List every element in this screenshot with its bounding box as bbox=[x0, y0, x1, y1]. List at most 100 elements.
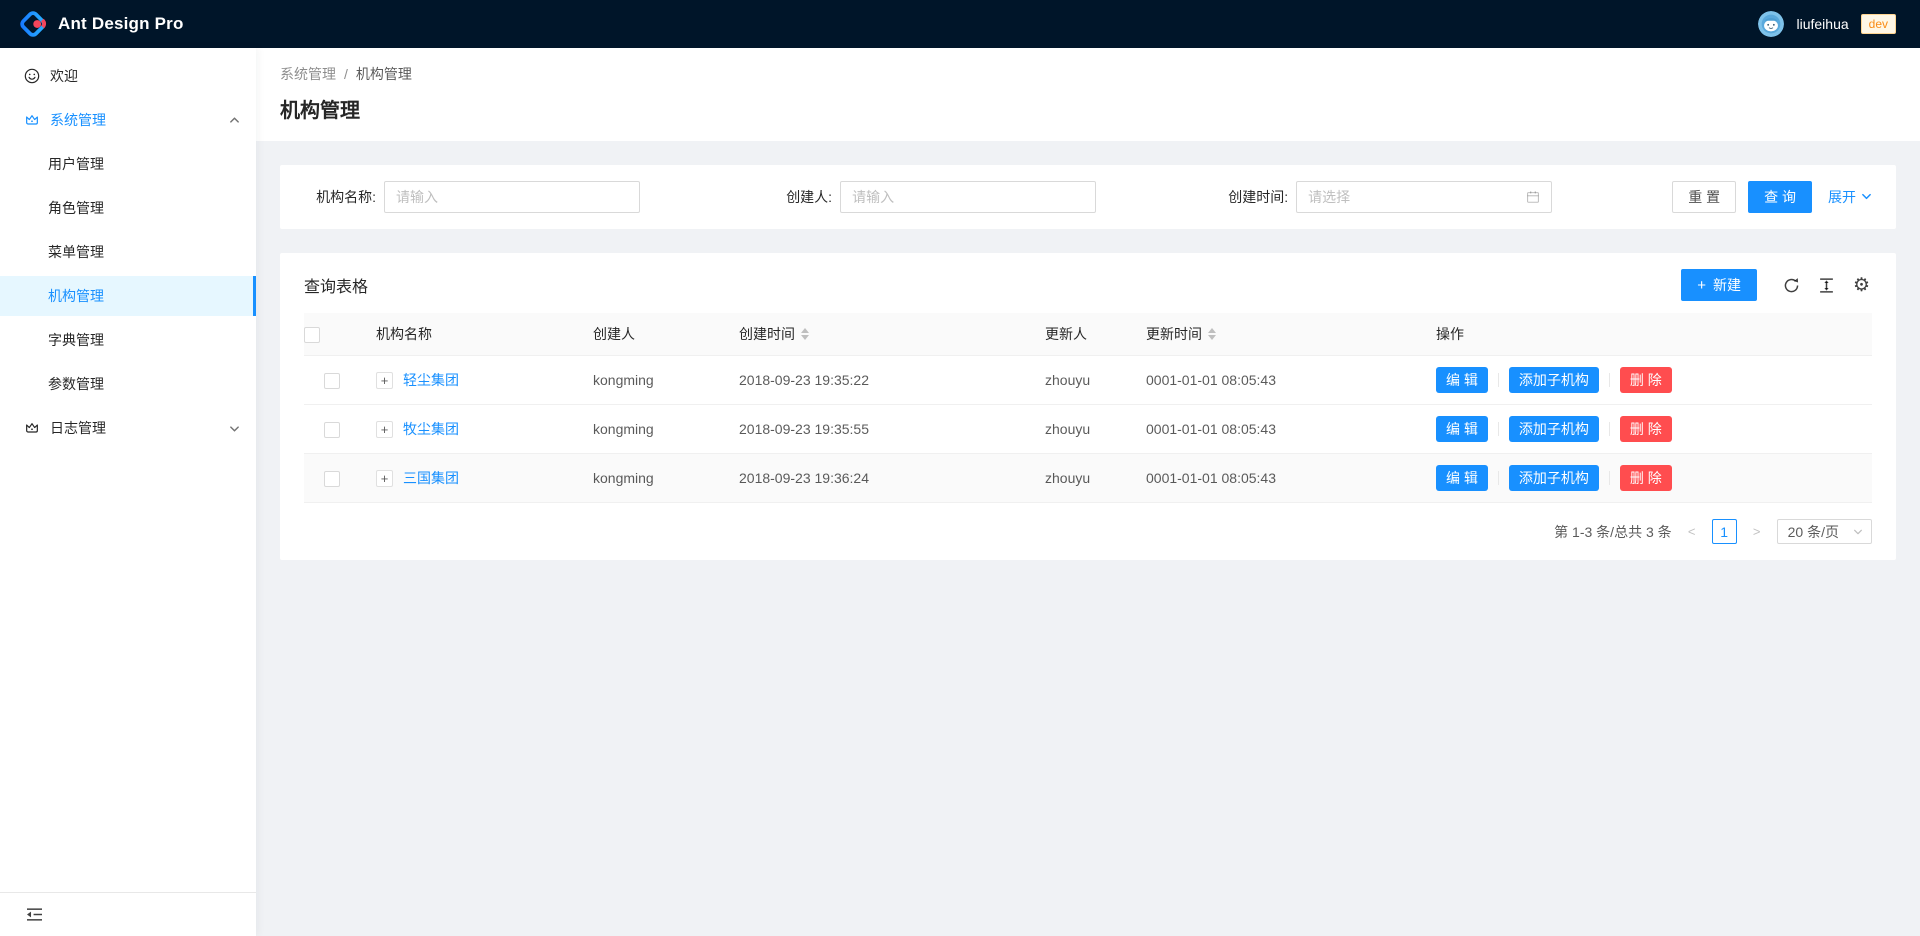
col-header-updater: 更新人 bbox=[1029, 313, 1130, 356]
sidebar-item-label: 欢迎 bbox=[50, 66, 78, 86]
created-time-input[interactable] bbox=[1308, 189, 1526, 205]
username[interactable]: liufeihua bbox=[1796, 16, 1848, 32]
expand-form-link[interactable]: 展开 bbox=[1828, 187, 1872, 207]
field-label: 创建人: bbox=[760, 187, 832, 207]
pagination-total: 第 1-3 条/总共 3 条 bbox=[1554, 522, 1671, 542]
add-child-org-button[interactable]: 添加子机构 bbox=[1509, 367, 1599, 393]
sidebar-footer bbox=[0, 892, 256, 936]
expand-row-icon[interactable]: + bbox=[376, 470, 393, 487]
cell-updated: 0001-01-01 08:05:43 bbox=[1130, 356, 1420, 405]
settings-icon[interactable]: ⚙ bbox=[1851, 275, 1872, 296]
sort-icon[interactable] bbox=[801, 328, 809, 340]
row-checkbox[interactable] bbox=[324, 373, 340, 389]
edit-button[interactable]: 编 辑 bbox=[1436, 367, 1488, 393]
org-name-link[interactable]: 轻尘集团 bbox=[403, 370, 459, 390]
org-name-input-wrapper bbox=[384, 181, 640, 213]
sidebar: 欢迎 系统管理 用户管理 角色管理 菜单管理 机构管理 bbox=[0, 48, 256, 936]
page-size-select[interactable]: 20 条/页 bbox=[1777, 519, 1872, 544]
breadcrumb-item[interactable]: 系统管理 bbox=[280, 64, 336, 84]
divider bbox=[1498, 373, 1499, 387]
sidebar-item-label: 用户管理 bbox=[48, 154, 104, 174]
add-child-org-button[interactable]: 添加子机构 bbox=[1509, 465, 1599, 491]
sidebar-item-org-mgmt[interactable]: 机构管理 bbox=[0, 276, 256, 316]
org-name-link[interactable]: 牧尘集团 bbox=[403, 419, 459, 439]
sidebar-item-log-mgmt[interactable]: 日志管理 bbox=[0, 408, 256, 448]
cell-updater: zhouyu bbox=[1029, 356, 1130, 405]
cell-updater: zhouyu bbox=[1029, 454, 1130, 503]
crown-icon bbox=[24, 112, 40, 128]
delete-button[interactable]: 删 除 bbox=[1620, 367, 1672, 393]
smile-icon bbox=[24, 68, 40, 84]
page-header: 系统管理 / 机构管理 机构管理 bbox=[256, 48, 1920, 141]
org-name-input[interactable] bbox=[396, 189, 628, 205]
pagination-next-icon[interactable]: > bbox=[1745, 520, 1769, 544]
pagination-page-1[interactable]: 1 bbox=[1712, 519, 1737, 544]
reload-icon[interactable] bbox=[1781, 275, 1802, 296]
query-table-card: 查询表格 + 新建 ⚙ bbox=[280, 253, 1896, 560]
chevron-down-icon bbox=[1861, 189, 1872, 205]
col-header-creator: 创建人 bbox=[577, 313, 723, 356]
sidebar-item-label: 菜单管理 bbox=[48, 242, 104, 262]
col-header-updated[interactable]: 更新时间 bbox=[1130, 313, 1420, 356]
expand-row-icon[interactable]: + bbox=[376, 372, 393, 389]
sidebar-item-label: 日志管理 bbox=[50, 418, 106, 438]
add-child-org-button[interactable]: 添加子机构 bbox=[1509, 416, 1599, 442]
sidebar-item-system-mgmt[interactable]: 系统管理 bbox=[0, 100, 256, 140]
search-form-card: 机构名称: 创建人: 创建时间: bbox=[280, 165, 1896, 229]
cell-created: 2018-09-23 19:36:24 bbox=[723, 454, 1029, 503]
org-name-link[interactable]: 三国集团 bbox=[403, 468, 459, 488]
row-checkbox[interactable] bbox=[324, 471, 340, 487]
table-title: 查询表格 bbox=[304, 273, 368, 297]
menu-fold-icon[interactable] bbox=[24, 905, 45, 924]
cell-updated: 0001-01-01 08:05:43 bbox=[1130, 405, 1420, 454]
col-header-name: 机构名称 bbox=[360, 313, 577, 356]
expand-row-icon[interactable]: + bbox=[376, 421, 393, 438]
sort-icon[interactable] bbox=[1208, 328, 1216, 340]
field-label: 创建时间: bbox=[1216, 187, 1288, 207]
brand[interactable]: Ant Design Pro bbox=[18, 9, 184, 39]
env-tag: dev bbox=[1861, 14, 1896, 34]
col-header-label: 创建时间 bbox=[739, 324, 795, 344]
edit-button[interactable]: 编 辑 bbox=[1436, 416, 1488, 442]
creator-input[interactable] bbox=[852, 189, 1084, 205]
col-header-actions: 操作 bbox=[1420, 313, 1872, 356]
col-header-created[interactable]: 创建时间 bbox=[723, 313, 1029, 356]
select-all-checkbox[interactable] bbox=[304, 327, 320, 343]
sidebar-item-user-mgmt[interactable]: 用户管理 bbox=[0, 144, 256, 184]
user-avatar[interactable] bbox=[1758, 11, 1784, 37]
sidebar-item-label: 机构管理 bbox=[48, 286, 104, 306]
new-button[interactable]: + 新建 bbox=[1681, 269, 1757, 301]
cell-creator: kongming bbox=[577, 356, 723, 405]
calendar-icon bbox=[1526, 190, 1540, 204]
sidebar-item-role-mgmt[interactable]: 角色管理 bbox=[0, 188, 256, 228]
logo-icon bbox=[18, 9, 48, 39]
search-button[interactable]: 查 询 bbox=[1748, 181, 1812, 213]
column-height-icon[interactable] bbox=[1816, 275, 1837, 296]
cell-created: 2018-09-23 19:35:55 bbox=[723, 405, 1029, 454]
sidebar-item-dict-mgmt[interactable]: 字典管理 bbox=[0, 320, 256, 360]
edit-button[interactable]: 编 辑 bbox=[1436, 465, 1488, 491]
sidebar-item-label: 参数管理 bbox=[48, 374, 104, 394]
sidebar-item-param-mgmt[interactable]: 参数管理 bbox=[0, 364, 256, 404]
breadcrumb-separator: / bbox=[344, 66, 348, 82]
search-field-creator: 创建人: bbox=[760, 181, 1216, 213]
reset-button[interactable]: 重 置 bbox=[1672, 181, 1736, 213]
pagination-prev-icon[interactable]: < bbox=[1680, 520, 1704, 544]
chevron-up-icon bbox=[229, 115, 240, 126]
plus-icon: + bbox=[1697, 278, 1706, 293]
expand-label: 展开 bbox=[1828, 187, 1856, 207]
delete-button[interactable]: 删 除 bbox=[1620, 416, 1672, 442]
sidebar-item-welcome[interactable]: 欢迎 bbox=[0, 56, 256, 96]
page-title: 机构管理 bbox=[280, 94, 1896, 123]
sidebar-item-menu-mgmt[interactable]: 菜单管理 bbox=[0, 232, 256, 272]
delete-button[interactable]: 删 除 bbox=[1620, 465, 1672, 491]
col-header-label: 更新时间 bbox=[1146, 324, 1202, 344]
cell-updated: 0001-01-01 08:05:43 bbox=[1130, 454, 1420, 503]
table-row: + 轻尘集团 kongming 2018-09-23 19:35:22 zhou… bbox=[304, 356, 1872, 405]
created-time-datepicker[interactable] bbox=[1296, 181, 1552, 213]
row-checkbox[interactable] bbox=[324, 422, 340, 438]
search-field-org-name: 机构名称: bbox=[304, 181, 760, 213]
table-header-row: 机构名称 创建人 创建时间 更新人 更新时间 操作 bbox=[304, 313, 1872, 356]
cell-updater: zhouyu bbox=[1029, 405, 1130, 454]
breadcrumb: 系统管理 / 机构管理 bbox=[280, 64, 1896, 84]
